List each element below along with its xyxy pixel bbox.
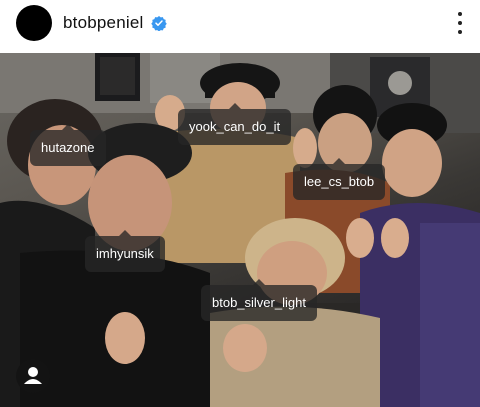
user-tag-yook-can-do-it[interactable]: yook_can_do_it xyxy=(178,103,292,145)
user-tag-hutazone[interactable]: hutazone xyxy=(30,124,106,166)
user-tag-label: imhyunsik xyxy=(96,246,154,261)
user-tag-label: btob_silver_light xyxy=(212,295,306,310)
user-tag-imhyunsik[interactable]: imhyunsik xyxy=(85,230,165,272)
user-tag-lee-cs-btob[interactable]: lee_cs_btob xyxy=(293,158,386,200)
user-tag-label: hutazone xyxy=(41,140,95,155)
verified-badge-icon xyxy=(151,16,167,31)
username-link[interactable]: btobpeniel xyxy=(63,13,143,33)
user-tag-btob-silver-light[interactable]: btob_silver_light xyxy=(201,279,317,321)
tagged-users-button[interactable] xyxy=(16,359,50,393)
post-photo[interactable]: hutazone yook_can_do_it lee_cs_btob imhy… xyxy=(0,53,480,407)
user-tag-label: lee_cs_btob xyxy=(304,174,375,189)
profile-avatar[interactable] xyxy=(16,5,52,41)
more-options-icon[interactable] xyxy=(456,12,464,34)
post-header: btobpeniel xyxy=(0,0,480,50)
user-tag-label: yook_can_do_it xyxy=(189,119,281,134)
person-icon xyxy=(24,367,42,384)
